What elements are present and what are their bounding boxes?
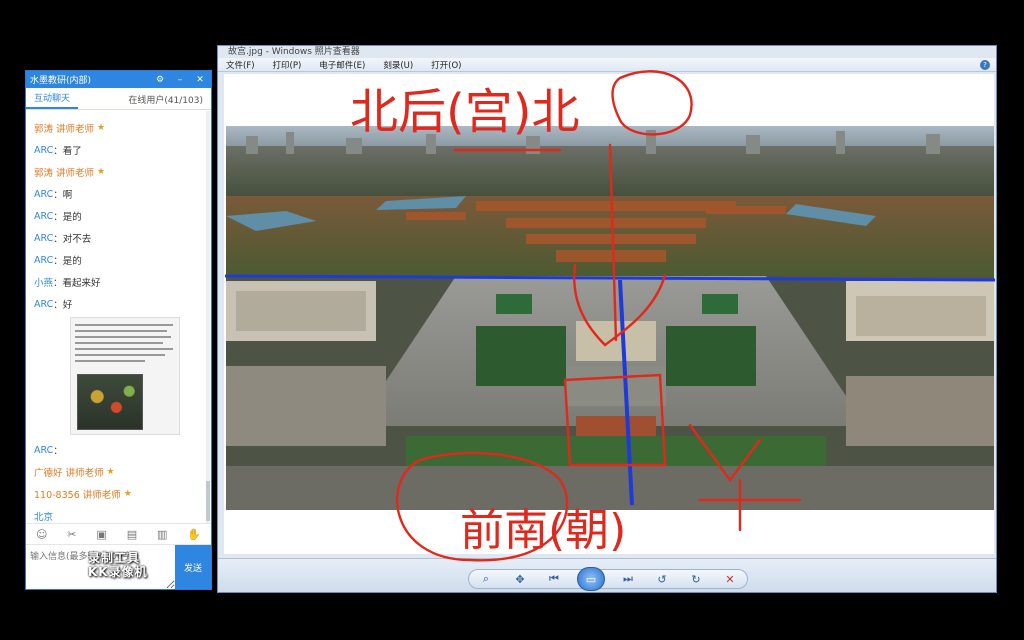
settings-icon[interactable]: ⚙: [153, 75, 167, 85]
message-text: ：: [53, 446, 63, 457]
chat-message: 郭涛 讲师老师 ★: [34, 117, 203, 139]
previous-icon[interactable]: ⏮: [543, 572, 565, 586]
chat-message: ARC：: [34, 439, 203, 461]
viewer-menubar: 文件(F) 打印(P) 电子邮件(E) 刻录(U) 打开(O) ?: [218, 58, 996, 72]
image-message[interactable]: [70, 317, 180, 435]
menu-email[interactable]: 电子邮件(E): [319, 59, 365, 71]
menu-burn[interactable]: 刻录(U): [383, 59, 413, 71]
map-thumbnail[interactable]: [77, 374, 143, 430]
chat-message: 广德好 讲师老师 ★: [34, 461, 203, 483]
message-sender[interactable]: 110-8356 讲师老师: [34, 487, 121, 501]
menu-print[interactable]: 打印(P): [273, 59, 302, 71]
teacher-badge-icon: ★: [97, 123, 106, 133]
thumbs-up-icon[interactable]: ✋: [187, 528, 201, 541]
message-sender[interactable]: 郭涛 讲师老师: [34, 121, 94, 135]
message-sender[interactable]: ARC: [34, 255, 53, 266]
chat-titlebar: 水墨教研(内部) ⚙ – ✕: [26, 71, 211, 88]
message-sender[interactable]: ARC: [34, 189, 53, 200]
rotate-right-icon[interactable]: ↻: [685, 573, 707, 586]
message-sender[interactable]: ARC: [34, 299, 53, 310]
tab-chat[interactable]: 互动聊天: [26, 91, 79, 109]
message-sender[interactable]: ARC: [34, 211, 53, 222]
chat-message: ARC ：是的: [34, 205, 203, 227]
minimize-icon[interactable]: –: [173, 75, 187, 85]
chat-title: 水墨教研(内部): [30, 76, 92, 86]
chat-scrollbar[interactable]: [206, 111, 210, 523]
message-sender[interactable]: 北京: [34, 509, 53, 523]
viewer-controls: ⌕ ✥ ⏮ ▭ ⏭ ↺ ↻ ✕: [218, 558, 996, 592]
scissors-icon[interactable]: ✂: [67, 528, 76, 541]
message-text: ：啊: [53, 190, 73, 201]
document-icon[interactable]: ▥: [157, 528, 167, 541]
chat-panel: 水墨教研(内部) ⚙ – ✕ 互动聊天 在线用户(41/103) 郭涛 讲师老师…: [25, 70, 212, 590]
slideshow-button[interactable]: ▭: [577, 567, 605, 591]
chat-message: ARC ：啊: [34, 183, 203, 205]
next-icon[interactable]: ⏭: [617, 572, 639, 586]
actual-size-icon[interactable]: ✥: [509, 573, 531, 586]
message-sender[interactable]: 郭涛 讲师老师: [34, 165, 94, 179]
playback-toolbar: ⌕ ✥ ⏮ ▭ ⏭ ↺ ↻ ✕: [468, 567, 748, 591]
photo-viewer-window: 故宫.jpg - Windows 照片查看器 文件(F) 打印(P) 电子邮件(…: [217, 45, 997, 593]
emoji-icon[interactable]: ☺: [36, 528, 47, 541]
message-sender[interactable]: 广德好 讲师老师: [34, 465, 104, 479]
message-text: ：看起来好: [53, 278, 101, 289]
chat-message: ARC ：看了: [34, 139, 203, 161]
message-text: ：好: [53, 300, 73, 311]
message-sender[interactable]: ARC: [34, 233, 53, 244]
message-sender[interactable]: ARC: [34, 445, 53, 456]
menu-file[interactable]: 文件(F): [226, 59, 255, 71]
chart-icon[interactable]: ▤: [127, 528, 137, 541]
message-sender[interactable]: 小燕: [34, 275, 53, 289]
teacher-badge-icon: ★: [97, 167, 106, 177]
teacher-badge-icon: ★: [106, 467, 115, 477]
zoom-icon[interactable]: ⌕: [475, 572, 497, 586]
message-sender[interactable]: ARC: [34, 145, 53, 156]
chat-message: ARC ：对不去: [34, 227, 203, 249]
viewer-title: 故宫.jpg - Windows 照片查看器: [228, 47, 360, 57]
message-list: 郭涛 讲师老师 ★ ARC ：看了 郭涛 讲师老师 ★ ARC ：啊 ARC ：是的 ARC ：对不去…: [26, 111, 211, 523]
chat-input[interactable]: [26, 545, 175, 589]
chat-message: 北京: [34, 505, 203, 523]
chat-input-row: 发送: [26, 545, 211, 589]
delete-icon[interactable]: ✕: [719, 573, 741, 586]
image-icon[interactable]: ▣: [96, 528, 106, 541]
chat-tabs: 互动聊天 在线用户(41/103): [26, 88, 211, 110]
message-text: ：是的: [53, 212, 82, 223]
send-button[interactable]: 发送: [175, 545, 211, 589]
menu-open[interactable]: 打开(O): [431, 59, 461, 71]
chat-message: 110-8356 讲师老师 ★: [34, 483, 203, 505]
message-text: ：看了: [53, 146, 82, 157]
chat-message: ARC ：好: [34, 293, 203, 315]
message-text: ：对不去: [53, 234, 92, 245]
image-canvas: [224, 74, 994, 554]
message-text: ：是的: [53, 256, 82, 267]
chat-toolbar: ☺ ✂ ▣ ▤ ▥ ✋: [26, 523, 211, 545]
tab-online-users[interactable]: 在线用户(41/103): [120, 93, 211, 109]
teacher-badge-icon: ★: [123, 489, 132, 499]
help-icon[interactable]: ?: [980, 59, 990, 70]
chat-message: ARC ：是的: [34, 249, 203, 271]
chat-message: 郭涛 讲师老师 ★: [34, 161, 203, 183]
scrollbar-thumb[interactable]: [206, 481, 210, 521]
chat-message: 小燕 ：看起来好: [34, 271, 203, 293]
rotate-left-icon[interactable]: ↺: [651, 573, 673, 586]
forbidden-city-photo: [226, 126, 994, 510]
close-icon[interactable]: ✕: [193, 75, 207, 85]
